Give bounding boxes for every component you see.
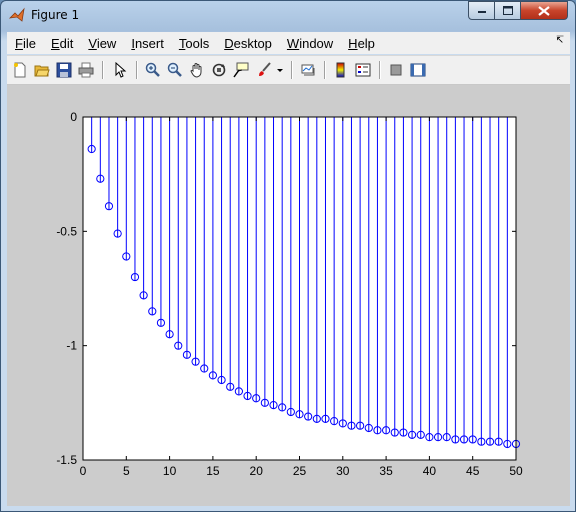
title-bar[interactable]: Figure 1 [1, 1, 575, 31]
figure-canvas[interactable]: 0 5 10 15 20 25 30 35 40 45 50 0 -0.5 -1 -1.5 [7, 85, 570, 506]
show-plot-tools-icon[interactable] [408, 60, 428, 80]
legend-icon[interactable] [353, 60, 373, 80]
data-cursor-icon[interactable] [231, 60, 251, 80]
x-tick-label: 15 [206, 464, 220, 478]
menu-insert[interactable]: Insert [123, 36, 171, 51]
x-tick-label: 0 [80, 464, 87, 478]
window-title: Figure 1 [31, 8, 80, 22]
x-tick-label: 50 [509, 464, 523, 478]
menu-window[interactable]: Window [279, 36, 340, 51]
brush-icon[interactable] [254, 60, 274, 80]
close-button[interactable] [520, 1, 568, 20]
menu-tools[interactable]: Tools [171, 36, 216, 51]
colorbar-icon[interactable] [331, 60, 351, 80]
pan-hand-icon[interactable] [187, 60, 207, 80]
menu-file[interactable]: File [7, 36, 43, 51]
dock-arrow-icon[interactable]: ↸ [556, 35, 564, 46]
x-tick-label: 30 [336, 464, 350, 478]
link-plot-icon[interactable] [298, 60, 318, 80]
x-tick-label: 10 [163, 464, 177, 478]
y-tick-label: -0.5 [56, 224, 77, 238]
x-tick-label: 45 [466, 464, 480, 478]
matlab-logo-icon [9, 7, 25, 22]
y-tick-label: 0 [70, 110, 77, 124]
rotate-3d-icon[interactable] [209, 60, 229, 80]
brush-dropdown-icon[interactable] [274, 60, 286, 80]
y-tick-label: -1 [66, 339, 77, 353]
x-tick-label: 25 [293, 464, 307, 478]
print-icon[interactable] [76, 60, 96, 80]
minimize-icon [477, 10, 486, 13]
x-tick-label: 40 [423, 464, 437, 478]
menu-desktop[interactable]: Desktop [216, 36, 279, 51]
x-tick-label: 35 [379, 464, 393, 478]
hide-plot-tools-icon[interactable] [386, 60, 406, 80]
figure-window: Figure 1 File Edit View Insert Tools Des… [0, 0, 576, 512]
open-file-icon[interactable] [32, 60, 52, 80]
figure-toolbar [7, 55, 570, 85]
y-tick-label: -1.5 [56, 453, 77, 467]
menu-bar: File Edit View Insert Tools Desktop Wind… [7, 32, 570, 54]
save-icon[interactable] [54, 60, 74, 80]
x-tick-label: 20 [250, 464, 264, 478]
maximize-button[interactable] [494, 1, 521, 20]
new-figure-icon[interactable] [10, 60, 30, 80]
menu-view[interactable]: View [80, 36, 123, 51]
close-icon [538, 5, 550, 16]
edit-plot-arrow-icon[interactable] [110, 60, 130, 80]
x-tick-label: 5 [123, 464, 130, 478]
zoom-in-icon[interactable] [143, 60, 163, 80]
stem-plot[interactable]: 0 5 10 15 20 25 30 35 40 45 50 0 -0.5 -1 -1.5 [7, 85, 570, 506]
maximize-icon [502, 6, 513, 15]
menu-edit[interactable]: Edit [43, 36, 80, 51]
minimize-button[interactable] [468, 1, 495, 20]
menu-help[interactable]: Help [340, 36, 382, 51]
zoom-out-icon[interactable] [165, 60, 185, 80]
